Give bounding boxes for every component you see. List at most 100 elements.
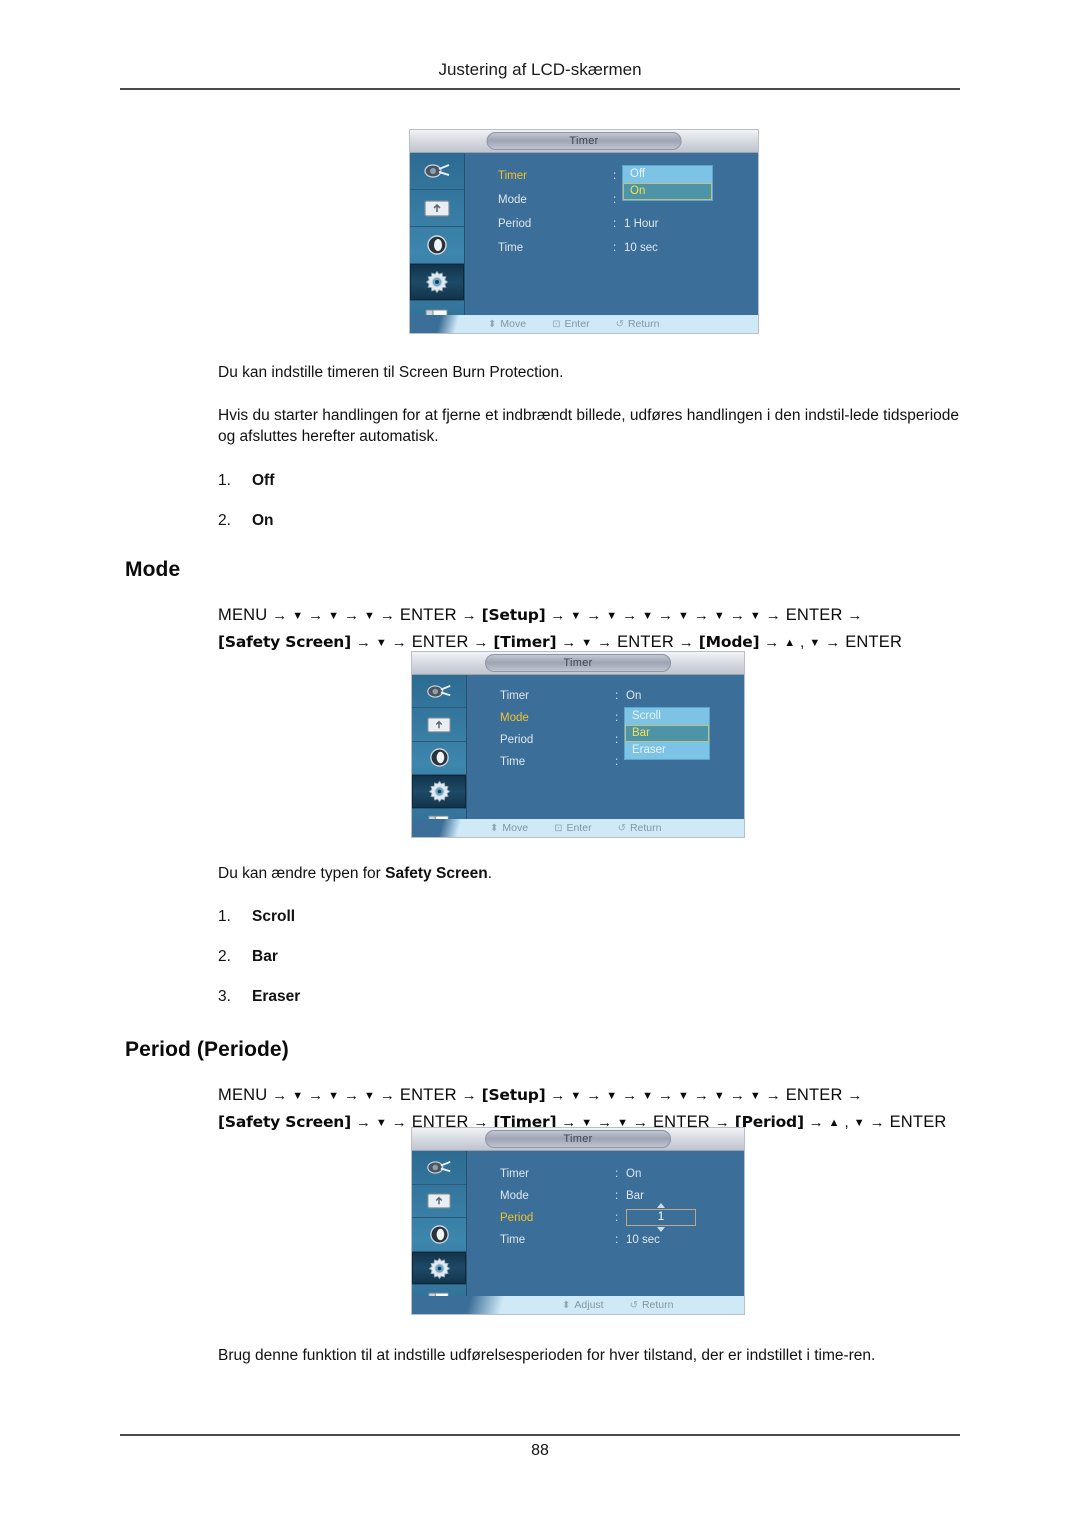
menu-path-token: → [764,634,780,651]
menu-path-token: ▲ [784,637,796,649]
menu-path-token: ▼ [363,1090,376,1102]
osd-row[interactable]: Period : [466,1209,744,1227]
osd-row-label: Timer [500,1168,529,1180]
osd-row-colon: : [613,218,617,230]
menu-path-token: ▼ [809,637,821,649]
dropdown-option[interactable]: Eraser [625,742,709,759]
menu-path-token: → [847,607,863,624]
spinner-up-icon[interactable] [657,1203,665,1208]
menu-path-token: ENTER [399,1086,457,1104]
osd-title: Timer [485,654,671,672]
menu-path-mode: MENU → ▼ → ▼ → ▼ → ENTER → [Setup] → ▼ →… [218,602,968,656]
osd-rows: Timer : On Mode : Bar Period : Time : 10… [466,1151,744,1314]
menu-path-token: ▼ [328,1090,340,1102]
osd-row-value: Bar [626,1190,644,1202]
sidebar-item-setup[interactable] [412,775,466,809]
footer-curve [412,819,490,837]
updown-icon: ⬍ [490,822,499,834]
menu-path-token: ENTER [411,633,469,651]
osd-title: Timer [485,1130,671,1148]
list-item: 2. Bar [218,948,300,966]
period-spinner[interactable]: 1 [626,1203,696,1232]
menu-path-token: ENTER [785,1086,843,1104]
footer-label: Adjust [574,1299,604,1311]
spinner-down-icon[interactable] [657,1227,665,1232]
osd-row-label: Mode [500,712,529,724]
osd-row[interactable]: Mode : [464,191,758,209]
list-item-label: Bar [252,948,278,965]
osd-row[interactable]: Timer : On [466,1165,744,1183]
menu-path-token: → [729,1087,746,1104]
osd-row-colon: : [613,194,617,206]
dropdown-option-selected[interactable]: On [623,183,712,200]
list-item-label: Scroll [252,908,296,925]
osd-row-colon: : [615,1212,619,1224]
footer-return: ↺ Return [616,318,660,330]
sidebar-item-sound[interactable] [410,227,464,264]
sidebar-item-picture[interactable] [410,190,464,227]
list-item: 2. On [218,512,274,530]
sidebar-item-setup[interactable] [412,1251,466,1286]
menu-path-token: ENTER [889,1113,947,1131]
setup-gear-icon [428,1257,451,1280]
header-divider [120,88,960,90]
osd-screenshot-mode: Timer Timer: On Mode: Period: Time: … [412,652,744,837]
menu-path-token: ▼ [678,610,690,622]
osd-dropdown[interactable]: Off On [623,166,712,200]
osd-row-colon: : [615,734,619,746]
sidebar-item-input-source[interactable] [410,153,464,190]
osd-footer: ⬍ Adjust ↺ Return [412,1296,744,1314]
menu-path-token: → [343,607,360,624]
osd-body: Timer : On Mode : Bar Period : Time : 10… [412,1151,744,1314]
paragraph-mode: Du kan ændre typen for Safety Screen. [218,863,958,884]
osd-row[interactable]: Mode : Bar [466,1187,744,1205]
footer-move: ⬍ Move [490,822,528,834]
osd-row[interactable]: Timer : On [466,687,744,705]
osd-row-colon: : [613,242,617,254]
osd-row[interactable]: Time : 10 sec [464,239,758,257]
updown-icon: ⬍ [562,1299,571,1311]
sidebar-item-sound[interactable] [412,742,466,776]
sidebar-item-picture[interactable] [412,1185,466,1219]
osd-row-label: Time [498,242,524,254]
osd-row-value: On [626,1168,642,1180]
osd-dropdown[interactable]: Scroll Bar Eraser [625,708,709,759]
sidebar-item-input-source[interactable] [412,1151,466,1185]
sidebar-item-setup[interactable] [410,264,464,301]
osd-row[interactable]: Time : 10 sec [466,1231,744,1249]
setup-gear-icon [428,780,451,803]
menu-path-token: , [800,634,805,651]
osd-sidebar [412,675,467,837]
menu-path-token: → [622,607,638,624]
menu-path-token: MENU [218,1086,268,1104]
menu-path-token: → [379,1087,396,1104]
footer-curve [412,1296,562,1314]
osd-row-label: Mode [498,194,527,206]
picture-icon [423,198,451,218]
sidebar-item-input-source[interactable] [412,675,466,709]
menu-path-token: → [308,1087,324,1104]
return-icon: ↺ [629,1299,638,1311]
enter-icon: ⊡ [554,822,563,834]
menu-path-token: → [693,607,710,624]
dropdown-option-selected[interactable]: Bar [625,725,709,742]
dropdown-option[interactable]: Off [623,166,712,183]
menu-path-token: → [622,1087,638,1104]
osd-row-colon: : [615,712,619,724]
sidebar-item-sound[interactable] [412,1218,466,1252]
osd-row[interactable]: Period : 1 Hour [464,215,758,233]
osd-titlebar: Timer [412,1128,744,1151]
list-item-number: 3. [218,988,231,1005]
menu-path-token: ▼ [749,1090,761,1102]
menu-path-token: ENTER [617,633,674,651]
osd-row[interactable]: Timer : [464,167,758,185]
osd-screenshot-timer: Timer Timer: Mode: Period: 1 Hour Tim… [410,130,758,333]
menu-path-token: [Setup] [481,606,546,624]
sidebar-item-picture[interactable] [412,708,466,742]
option-list-timer: 1. Off 2. On [218,472,274,552]
footer-label: Move [500,318,527,330]
dropdown-option[interactable]: Scroll [625,708,709,725]
menu-path-token: ▼ [642,1090,654,1102]
osd-row-colon: : [615,690,619,702]
osd-row-colon: : [615,1168,619,1180]
